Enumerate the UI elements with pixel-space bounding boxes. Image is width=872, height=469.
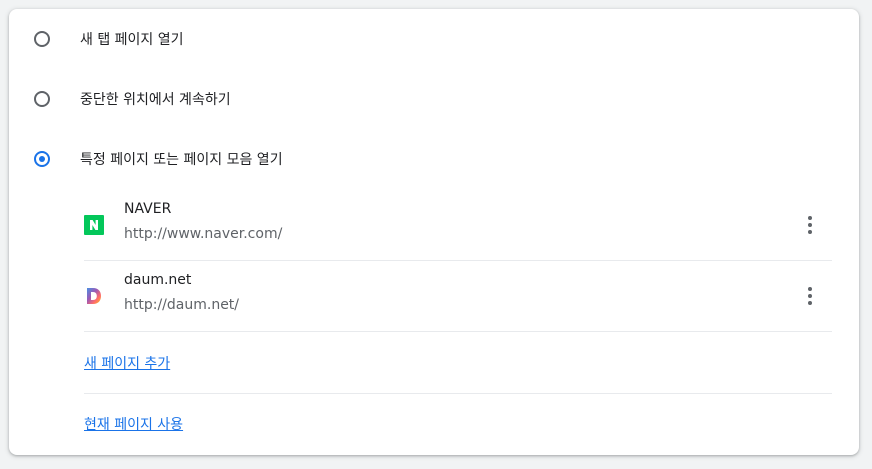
add-new-page-link[interactable]: 새 페이지 추가 [84, 353, 170, 373]
radio-option-new-tab[interactable]: 새 탭 페이지 열기 [9, 19, 859, 59]
radio-option-continue[interactable]: 중단한 위치에서 계속하기 [9, 79, 859, 119]
radio-label-new-tab: 새 탭 페이지 열기 [80, 32, 184, 48]
radio-button-continue[interactable] [34, 91, 50, 107]
startup-settings-card: 새 탭 페이지 열기 중단한 위치에서 계속하기 특정 페이지 또는 페이지 모… [9, 9, 859, 455]
site-name: daum.net [124, 272, 192, 288]
naver-favicon-icon [84, 215, 104, 235]
startup-page-row-daum: daum.net http://daum.net/ [84, 261, 832, 332]
more-vert-icon [808, 216, 812, 220]
daum-favicon-icon [87, 288, 101, 304]
radio-label-continue: 중단한 위치에서 계속하기 [80, 92, 231, 108]
site-url: http://daum.net/ [124, 297, 240, 313]
add-page-row: 새 페이지 추가 [84, 333, 832, 394]
more-vert-icon [808, 287, 812, 291]
radio-button-new-tab[interactable] [34, 31, 50, 47]
use-current-pages-link[interactable]: 현재 페이지 사용 [84, 414, 183, 434]
startup-page-row-naver: NAVER http://www.naver.com/ [84, 190, 832, 261]
radio-label-specific-pages: 특정 페이지 또는 페이지 모음 열기 [80, 152, 283, 168]
radio-option-specific-pages[interactable]: 특정 페이지 또는 페이지 모음 열기 [9, 139, 859, 179]
radio-button-specific-pages[interactable] [34, 151, 50, 167]
more-actions-button[interactable] [794, 280, 826, 312]
use-current-pages-row: 현재 페이지 사용 [84, 394, 832, 454]
site-name: NAVER [124, 201, 172, 217]
site-url: http://www.naver.com/ [124, 226, 283, 242]
more-actions-button[interactable] [794, 209, 826, 241]
